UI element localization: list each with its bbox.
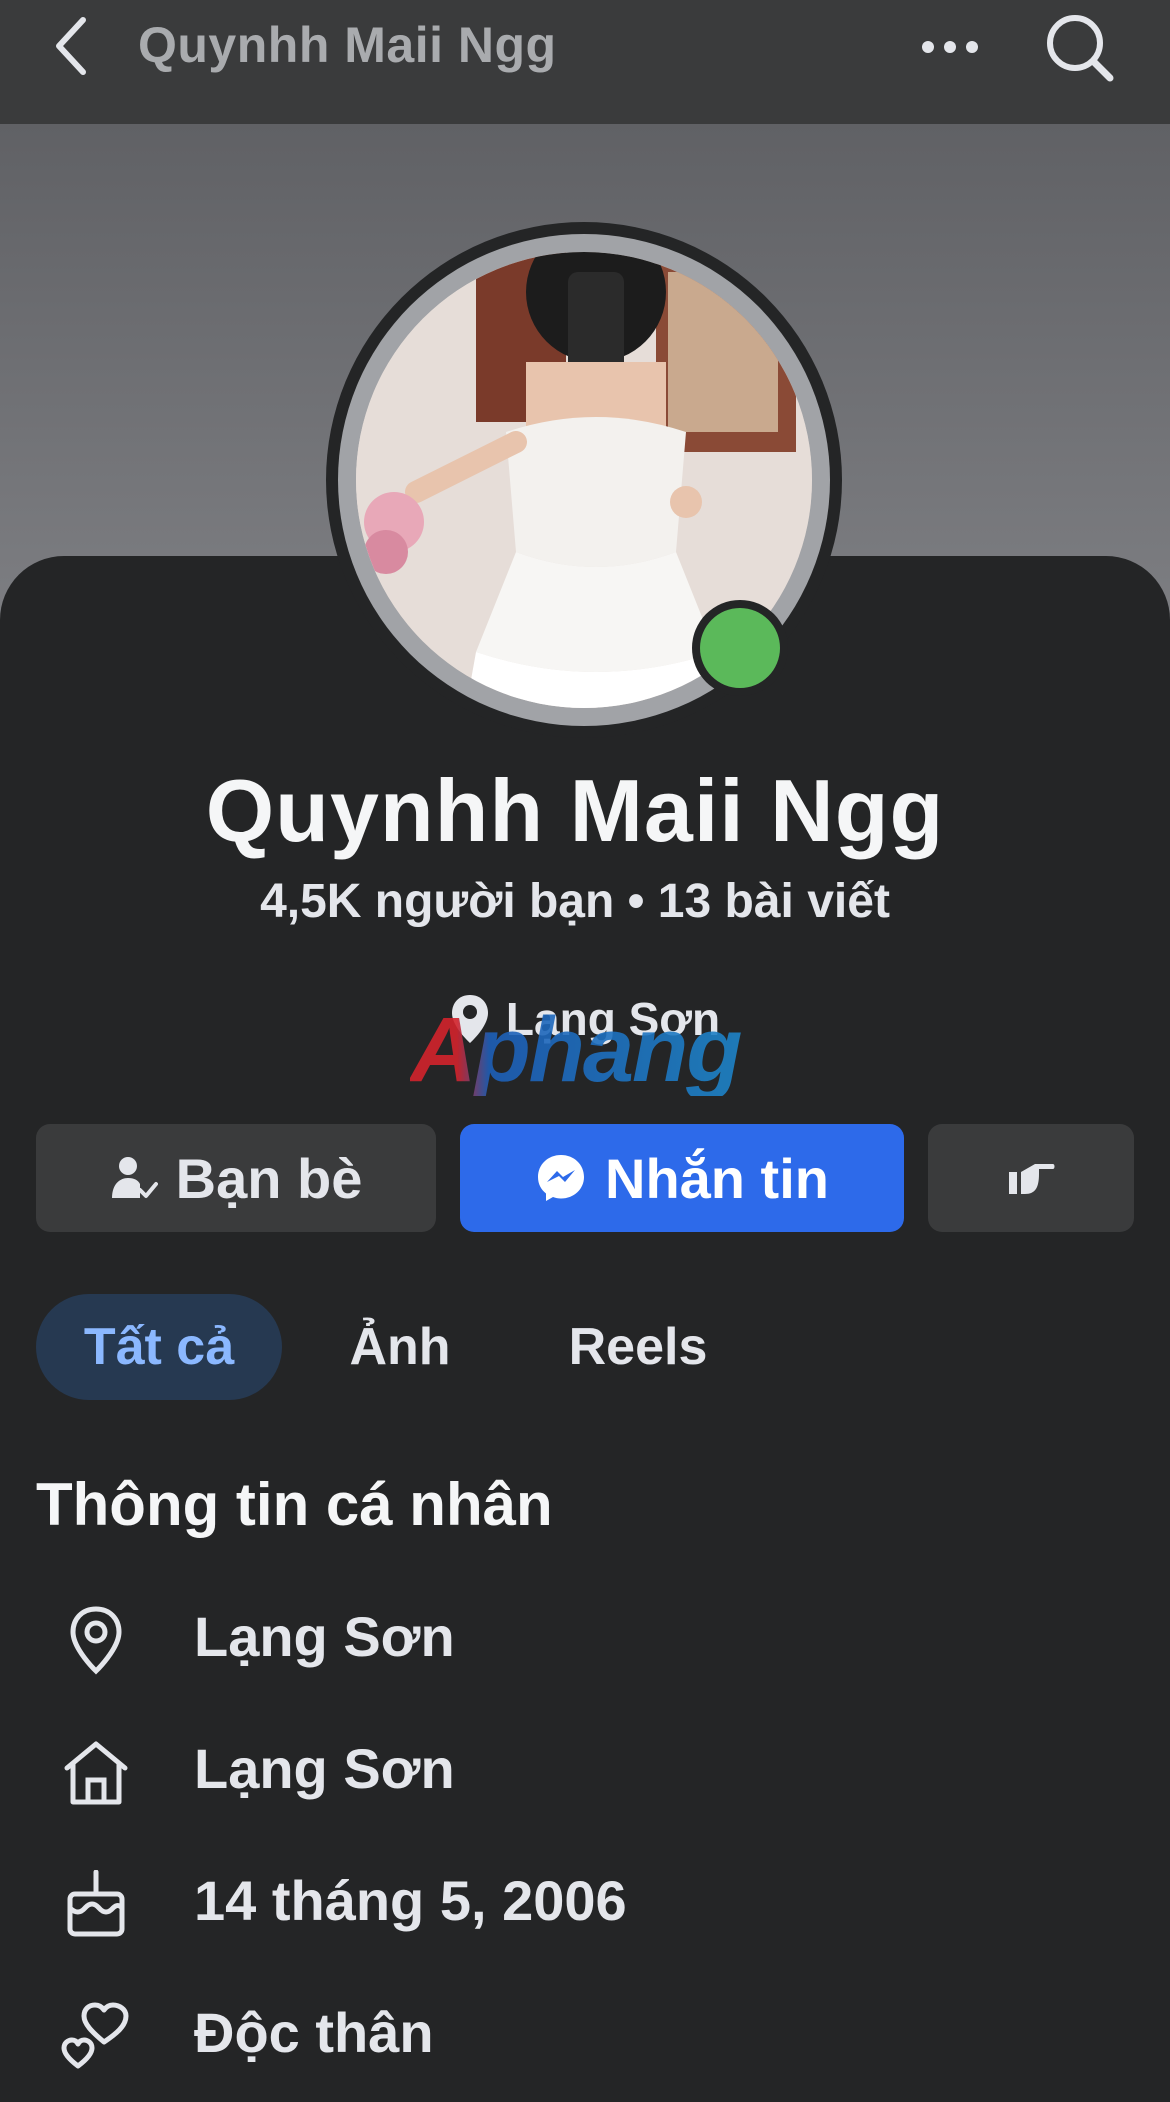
back-button[interactable] — [44, 14, 98, 78]
info-text: 14 tháng 5, 2006 — [194, 1869, 627, 1932]
friends-label: Bạn bè — [175, 1146, 363, 1210]
info-text: Độc thân — [194, 2001, 434, 2064]
map-pin-icon — [56, 1600, 136, 1680]
more-options-button[interactable] — [910, 22, 990, 72]
more-horizontal-icon — [922, 41, 978, 53]
info-current-city: Lạng Sơn — [0, 1586, 1170, 1686]
profile-name: Quynhh Maii Ngg — [205, 761, 945, 860]
chevron-left-icon — [56, 17, 86, 75]
search-button[interactable] — [1040, 8, 1120, 88]
info-hometown: Lạng Sơn — [0, 1718, 1170, 1818]
hearts-icon — [56, 1996, 136, 2076]
online-dot-fill — [700, 608, 780, 688]
birthday-cake-icon — [56, 1864, 136, 1944]
messenger-icon — [538, 1155, 584, 1201]
personal-info-heading: Thông tin cá nhân — [36, 1471, 553, 1538]
online-status-indicator — [692, 600, 788, 696]
home-icon — [56, 1732, 136, 1812]
top-bar: Quynhh Maii Ngg — [0, 0, 1170, 124]
poke-button[interactable] — [928, 1124, 1134, 1232]
pointing-hand-icon — [1009, 1164, 1055, 1194]
header-title: Quynhh Maii Ngg — [138, 17, 557, 73]
message-label: Nhắn tin — [605, 1146, 829, 1210]
info-relationship: Độc thân — [0, 1982, 1170, 2082]
watermark-logo: Aphang — [410, 1004, 770, 1096]
profile-stats: 4,5K người bạn • 13 bài viết — [260, 875, 890, 928]
tab-photos[interactable]: Ảnh — [320, 1294, 480, 1400]
info-text: Lạng Sơn — [194, 1605, 455, 1668]
tab-all[interactable]: Tất cả — [36, 1294, 282, 1400]
search-icon — [1047, 15, 1114, 82]
friends-button[interactable]: Bạn bè — [36, 1124, 436, 1232]
info-text: Lạng Sơn — [194, 1737, 455, 1800]
friend-check-icon — [111, 1157, 158, 1198]
tab-reels[interactable]: Reels — [540, 1294, 736, 1400]
info-birthday: 14 tháng 5, 2006 — [0, 1850, 1170, 1950]
message-button[interactable]: Nhắn tin — [460, 1124, 904, 1232]
